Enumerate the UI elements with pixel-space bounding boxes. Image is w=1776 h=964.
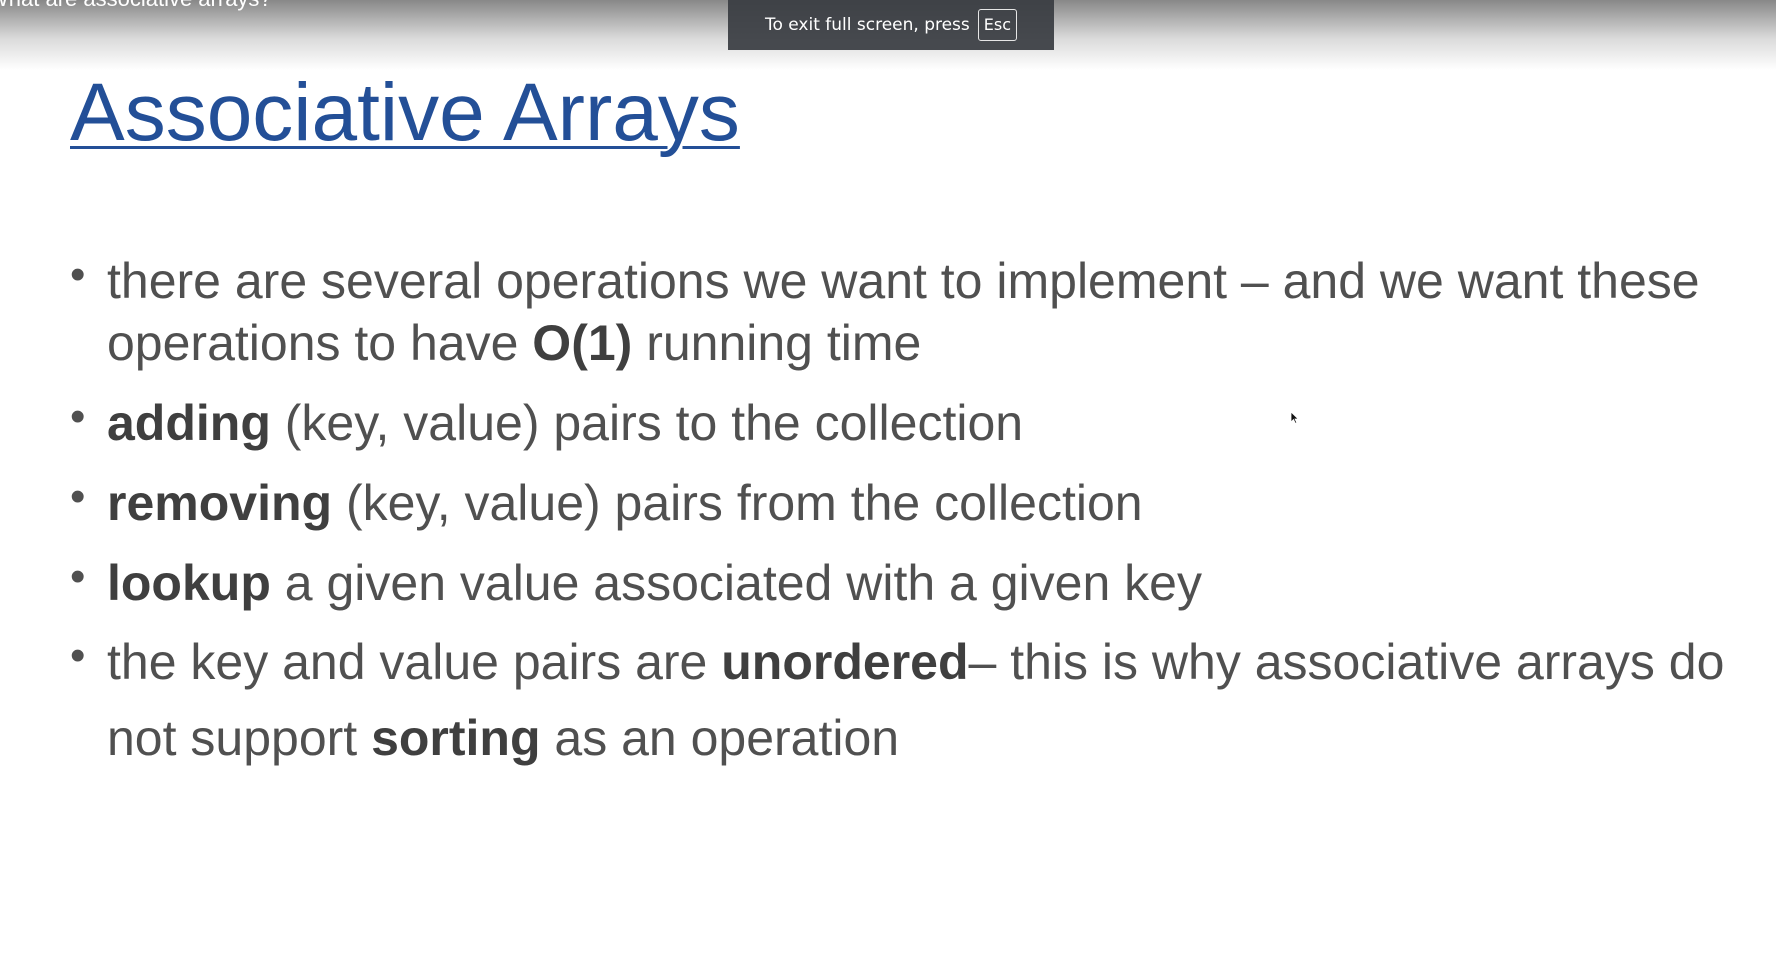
bullet-lookup: lookup a given value associated with a g… xyxy=(70,546,1730,614)
esc-key-hint: Esc xyxy=(977,9,1018,41)
slide-bullet-list: there are several operations we want to … xyxy=(70,244,1730,794)
bullet-unordered: the key and value pairs are unordered– t… xyxy=(70,618,1730,776)
bullet-emphasis: O(1) xyxy=(532,315,633,371)
mouse-pointer-icon xyxy=(1290,411,1300,429)
bullet-emphasis: lookup xyxy=(107,555,271,611)
bullet-emphasis: adding xyxy=(107,395,271,451)
bullet-text: the key and value pairs are xyxy=(107,634,722,690)
fullscreen-video-viewport[interactable]: What are associative arrays? To exit ful… xyxy=(0,0,1776,964)
bullet-text: (key, value) pairs from the collection xyxy=(332,475,1143,531)
bullet-removing: removing (key, value) pairs from the col… xyxy=(70,466,1730,534)
slide-title: Associative Arrays xyxy=(70,67,740,158)
bullet-emphasis: removing xyxy=(107,475,333,531)
bullet-operations: there are several operations we want to … xyxy=(70,244,1730,374)
video-title: What are associative arrays? xyxy=(0,0,272,12)
bullet-emphasis: sorting xyxy=(371,710,541,766)
fullscreen-notice-text: To exit full screen, press xyxy=(764,15,970,35)
bullet-text: (key, value) pairs to the collection xyxy=(270,395,1024,451)
bullet-emphasis: unordered xyxy=(721,634,969,690)
fullscreen-exit-notice: To exit full screen, press Esc xyxy=(728,0,1054,50)
bullet-text: a given value associated with a given ke… xyxy=(270,555,1202,611)
bullet-adding: adding (key, value) pairs to the collect… xyxy=(70,386,1730,454)
bullet-text: as an operation xyxy=(540,710,900,766)
bullet-text: running time xyxy=(632,315,922,371)
